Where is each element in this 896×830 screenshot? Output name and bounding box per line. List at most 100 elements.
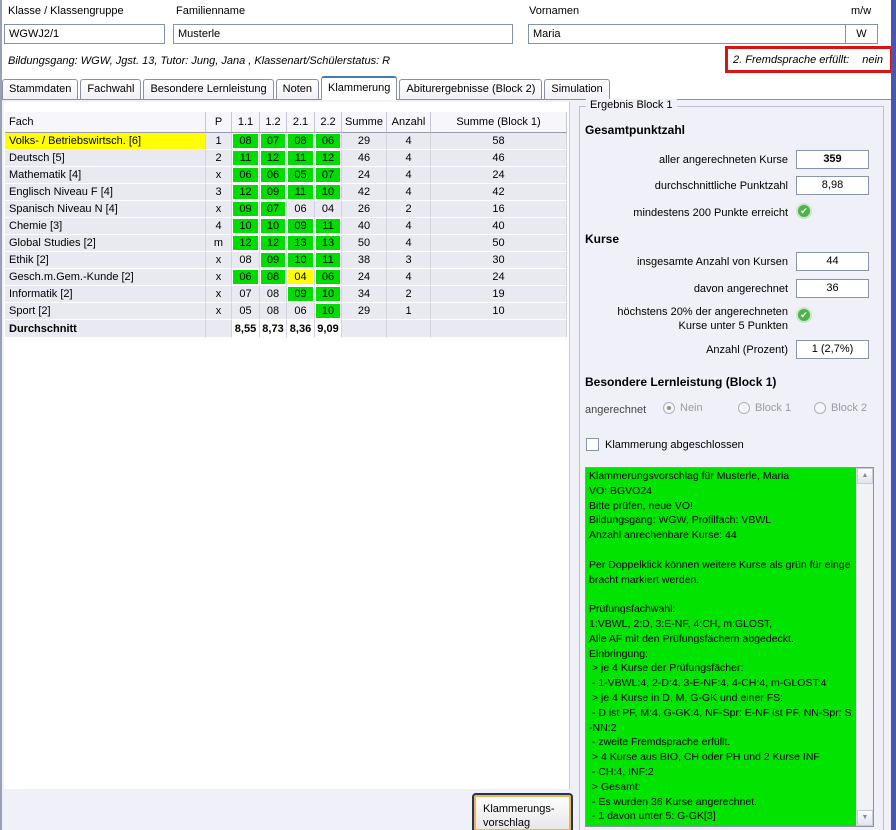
familienname-label: Familienname: [176, 5, 245, 17]
summe-cell: 38: [342, 252, 387, 269]
grade-cell[interactable]: 05: [232, 303, 260, 320]
grade-cell[interactable]: 07: [232, 286, 260, 303]
grade-cell[interactable]: 12: [232, 235, 260, 252]
anzahl-cell: 4: [387, 184, 431, 201]
suggestion-text[interactable]: Klammerungsvorschlag für Musterle, Maria…: [586, 468, 856, 826]
radio-nein-label: Nein: [680, 402, 703, 414]
grade-cell[interactable]: 11: [232, 150, 260, 167]
grade-cell[interactable]: 05: [287, 167, 315, 184]
klammerung-abgeschlossen-checkbox[interactable]: [586, 438, 599, 451]
grade-cell[interactable]: 09: [232, 201, 260, 218]
grade-cell[interactable]: 07: [260, 201, 287, 218]
subject-row: Sport [2]x0508061029110: [5, 303, 567, 320]
grade-cell[interactable]: 10: [232, 218, 260, 235]
radio-nein[interactable]: Nein: [663, 402, 703, 414]
grade-cell[interactable]: 12: [232, 184, 260, 201]
grade-cell[interactable]: 11: [287, 150, 315, 167]
grade-cell[interactable]: 12: [315, 150, 342, 167]
radio-block1-circle[interactable]: [738, 402, 750, 414]
scroll-down-icon[interactable]: ▼: [857, 810, 873, 826]
tab-abiturergebnisse-block-2[interactable]: Abiturergebnisse (Block 2): [399, 79, 542, 99]
radio-nein-circle[interactable]: [663, 402, 675, 414]
column-header-2.1: 2.1: [287, 112, 315, 133]
grade-cell[interactable]: 06: [287, 303, 315, 320]
grade-cell[interactable]: 07: [315, 167, 342, 184]
grade-cell[interactable]: 04: [287, 269, 315, 286]
subject-name-cell[interactable]: Ethik [2]: [5, 252, 206, 269]
subject-name-cell[interactable]: Spanisch Niveau N [4]: [5, 201, 206, 218]
mw-input[interactable]: [845, 24, 878, 44]
tab-stammdaten[interactable]: Stammdaten: [2, 79, 78, 99]
grade-cell[interactable]: 06: [287, 201, 315, 218]
grade-cell[interactable]: 13: [287, 235, 315, 252]
tab-simulation[interactable]: Simulation: [544, 79, 609, 99]
exam-position-cell: x: [206, 201, 232, 218]
familienname-input[interactable]: [173, 24, 513, 44]
grade-cell[interactable]: 06: [315, 133, 342, 150]
grade-cell[interactable]: 06: [260, 167, 287, 184]
klasse-label: Klasse / Klassengruppe: [8, 5, 124, 17]
grade-cell[interactable]: 08: [232, 133, 260, 150]
grade-cell[interactable]: 08: [232, 252, 260, 269]
grade-cell[interactable]: 11: [315, 252, 342, 269]
subject-name-cell[interactable]: Chemie [3]: [5, 218, 206, 235]
klammerung-window: Klasse / Klassengruppe Familienname Vorn…: [0, 0, 896, 830]
grade-cell[interactable]: 10: [260, 218, 287, 235]
grade-cell[interactable]: 11: [315, 218, 342, 235]
subject-name-cell[interactable]: Mathematik [4]: [5, 167, 206, 184]
exam-position-cell: 2: [206, 150, 232, 167]
klammerungsvorschlag-button[interactable]: Klammerungs- vorschlag: [472, 793, 573, 830]
klammerung-abgeschlossen-label: Klammerung abgeschlossen: [605, 439, 744, 451]
grade-table-body: Volks- / Betriebswirtsch. [6]10807080629…: [5, 133, 567, 338]
grade-cell[interactable]: 09: [287, 218, 315, 235]
tab-besondere-lernleistung[interactable]: Besondere Lernleistung: [143, 79, 273, 99]
grade-cell[interactable]: 09: [260, 252, 287, 269]
radio-block2[interactable]: Block 2: [814, 402, 867, 414]
summe-cell: 26: [342, 201, 387, 218]
radio-block2-circle[interactable]: [814, 402, 826, 414]
grade-cell[interactable]: 04: [315, 201, 342, 218]
bll-angerechnet-label: angerechnet: [585, 404, 646, 416]
anzahl-cell: 4: [387, 235, 431, 252]
grade-cell[interactable]: 08: [287, 133, 315, 150]
exam-position-cell: m: [206, 235, 232, 252]
grade-cell[interactable]: 08: [260, 303, 287, 320]
grade-cell[interactable]: 09: [287, 286, 315, 303]
grade-cell[interactable]: 12: [260, 235, 287, 252]
subject-name-cell[interactable]: Englisch Niveau F [4]: [5, 184, 206, 201]
grade-cell[interactable]: 12: [260, 150, 287, 167]
grade-cell[interactable]: 06: [232, 167, 260, 184]
subject-name-cell[interactable]: Deutsch [5]: [5, 150, 206, 167]
tab-noten[interactable]: Noten: [276, 79, 319, 99]
subject-name-cell[interactable]: Volks- / Betriebswirtsch. [6]: [5, 133, 206, 150]
grade-cell[interactable]: 06: [315, 269, 342, 286]
grade-cell[interactable]: 10: [287, 252, 315, 269]
block1-summe-cell: 24: [431, 167, 567, 184]
tab-fachwahl[interactable]: Fachwahl: [80, 79, 141, 99]
radio-block1[interactable]: Block 1: [738, 402, 791, 414]
tab-klammerung[interactable]: Klammerung: [321, 76, 397, 100]
grade-cell[interactable]: 11: [287, 184, 315, 201]
grade-cell[interactable]: 09: [260, 184, 287, 201]
grade-cell[interactable]: 10: [315, 303, 342, 320]
suggestion-scrollbar[interactable]: ▲ ▼: [856, 468, 873, 826]
vornamen-input[interactable]: [528, 24, 864, 44]
grade-cell[interactable]: 08: [260, 286, 287, 303]
groupbox-title: Ergebnis Block 1: [586, 99, 677, 111]
grade-table: FachP1.11.22.12.2SummeAnzahlSumme (Block…: [5, 112, 567, 338]
subject-name-cell[interactable]: Informatik [2]: [5, 286, 206, 303]
grade-cell[interactable]: 10: [315, 184, 342, 201]
subject-name-cell[interactable]: Sport [2]: [5, 303, 206, 320]
fremdsprache-alert-box: 2. Fremdsprache erfüllt: nein: [725, 46, 893, 73]
block1-summe-cell: 58: [431, 133, 567, 150]
grade-cell[interactable]: 07: [260, 133, 287, 150]
empty-cell: [387, 320, 431, 338]
scroll-up-icon[interactable]: ▲: [857, 468, 873, 484]
grade-cell[interactable]: 06: [232, 269, 260, 286]
subject-name-cell[interactable]: Gesch.m.Gem.-Kunde [2]: [5, 269, 206, 286]
subject-name-cell[interactable]: Global Studies [2]: [5, 235, 206, 252]
grade-cell[interactable]: 13: [315, 235, 342, 252]
grade-cell[interactable]: 08: [260, 269, 287, 286]
klasse-input[interactable]: [4, 24, 165, 44]
grade-cell[interactable]: 10: [315, 286, 342, 303]
